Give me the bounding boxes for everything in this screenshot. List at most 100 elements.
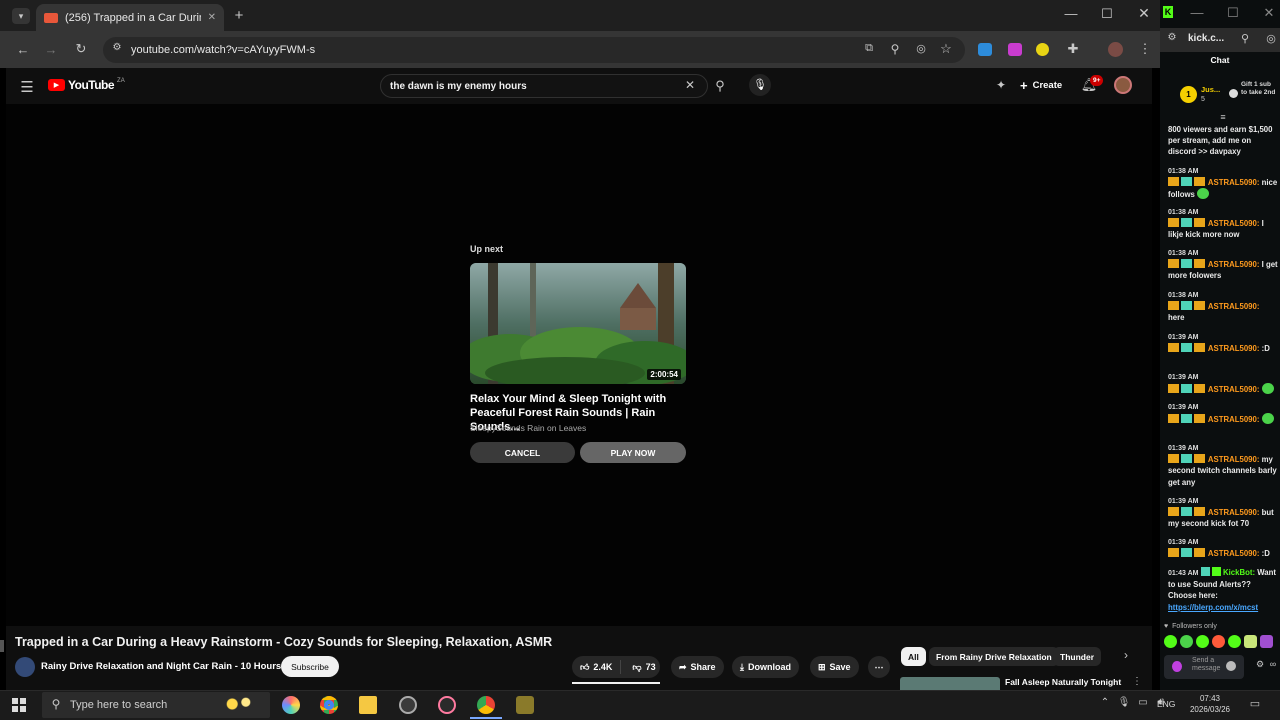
obs-icon[interactable] (399, 696, 417, 714)
kick-eye-off-icon[interactable]: ◎ (1262, 32, 1280, 45)
cancel-button[interactable]: CANCEL (470, 442, 575, 463)
new-tab-icon[interactable]: + (230, 7, 248, 24)
channel-avatar[interactable] (15, 657, 35, 677)
chat-message: 01:38 AM ASTRAL5090: I get more folowers (1168, 248, 1278, 282)
reload-icon[interactable]: ↻ (72, 41, 90, 57)
pinned-gifter-name[interactable]: Jus... (1201, 85, 1220, 94)
eye-off-icon[interactable]: ◎ (912, 42, 930, 55)
collapse-pinned-icon[interactable]: ≡ (1214, 112, 1232, 122)
ai-sparkle-icon[interactable]: ✦ (992, 78, 1010, 92)
kick-minimize-icon[interactable]: — (1188, 5, 1206, 20)
kick-url[interactable]: kick.c... (1188, 33, 1224, 44)
chrome-menu-icon[interactable]: ⋮ (1136, 41, 1154, 57)
minecraft-icon[interactable] (516, 696, 534, 714)
chrome-icon[interactable] (320, 696, 338, 714)
chat-username[interactable]: ASTRAL5090: (1208, 455, 1260, 464)
download-button[interactable]: ⤓ Download (732, 656, 799, 678)
chat-link[interactable]: https://blerp.com/x/mcst (1168, 603, 1258, 612)
extension-yellow-icon[interactable] (1036, 43, 1049, 56)
youtube-logo[interactable]: ▶ YouTube ZA (48, 78, 125, 92)
chat-username[interactable]: ASTRAL5090: (1208, 178, 1260, 187)
forward-icon[interactable]: → (42, 42, 60, 57)
chat-users-icon[interactable]: ∞ (1264, 659, 1280, 669)
create-button[interactable]: + Create (1020, 78, 1062, 93)
kick-zoom-icon[interactable]: ⚲ (1236, 32, 1254, 45)
dislike-button[interactable]: 👎︎ 73 (625, 662, 662, 673)
more-actions-button[interactable]: ⋯ (868, 656, 890, 678)
like-button[interactable]: 👍︎ 2.4K (572, 660, 622, 674)
tab-search-icon[interactable]: ▾ (12, 8, 30, 24)
snipping-tool-icon[interactable] (438, 696, 456, 714)
up-next-channel[interactable]: SleepySounds Rain on Leaves (470, 423, 586, 433)
chat-username[interactable]: ASTRAL5090: (1208, 344, 1260, 353)
microphone-tray-icon[interactable]: 🎙 (1115, 697, 1133, 708)
copilot-icon[interactable] (282, 696, 300, 714)
emote-icon[interactable] (1180, 635, 1193, 648)
sidebar-peek-title[interactable]: Fall Asleep Naturally Tonight (1005, 677, 1121, 687)
up-next-thumbnail[interactable]: 2:00:54 (470, 263, 686, 384)
chips-next-icon[interactable]: › (1117, 648, 1135, 662)
address-bar[interactable]: youtube.com/watch?v=cAYuyyFWM-s (103, 37, 965, 63)
chrome-active-icon[interactable] (477, 696, 495, 714)
extensions-puzzle-icon[interactable]: ✚ (1064, 41, 1082, 57)
minimize-icon[interactable]: — (1062, 6, 1080, 21)
gift-icon[interactable] (1229, 89, 1238, 98)
emote-icon[interactable] (1212, 635, 1225, 648)
emote-icon[interactable] (1196, 635, 1209, 648)
chat-username[interactable]: ASTRAL5090: (1208, 260, 1260, 269)
sidebar-peek-thumbnail[interactable] (900, 677, 1000, 690)
zoom-icon[interactable]: ⚲ (886, 42, 904, 56)
sidebar-peek-menu-icon[interactable]: ⋮ (1128, 676, 1146, 687)
chat-username[interactable]: ASTRAL5090: (1208, 385, 1260, 394)
chip-thunder[interactable]: Thunder (1053, 647, 1101, 666)
voice-search-icon[interactable]: 🎙 (749, 74, 771, 96)
emote-icon[interactable] (1228, 635, 1241, 648)
language-indicator[interactable]: ENG (1157, 699, 1175, 709)
notification-center-icon[interactable]: ▭ (1246, 697, 1264, 710)
chat-username[interactable]: KickBot: (1223, 568, 1255, 577)
kick-maximize-icon[interactable]: ☐ (1224, 5, 1242, 21)
chat-username[interactable]: ASTRAL5090: (1208, 508, 1260, 517)
chip-all[interactable]: All (901, 647, 926, 666)
subscribe-button[interactable]: Subscribe (281, 656, 339, 677)
kick-close-icon[interactable]: ✕ (1260, 5, 1278, 21)
maximize-icon[interactable]: ☐ (1098, 6, 1116, 22)
search-icon[interactable]: ⚲ (708, 74, 732, 98)
account-avatar[interactable] (1114, 76, 1132, 94)
channel-name[interactable]: Rainy Drive Relaxation and Night Car Rai… (41, 661, 281, 672)
chip-from-channel[interactable]: From Rainy Drive Relaxation (929, 647, 1059, 666)
chat-username[interactable]: ASTRAL5090: (1208, 219, 1260, 228)
extension-purple-icon[interactable] (1008, 43, 1022, 56)
clear-search-icon[interactable]: ✕ (681, 78, 699, 92)
bookmark-star-icon[interactable]: ☆ (937, 41, 955, 57)
close-window-icon[interactable]: ✕ (1135, 5, 1153, 22)
tab-close-icon[interactable]: ✕ (208, 12, 216, 23)
emoji-picker-icon[interactable] (1226, 661, 1236, 671)
tray-expand-icon[interactable]: ⌃ (1096, 697, 1114, 708)
network-icon[interactable]: ▭ (1134, 697, 1152, 708)
emote-icon[interactable] (1260, 635, 1273, 648)
chat-username[interactable]: ASTRAL5090: (1208, 415, 1260, 424)
site-info-icon[interactable]: ⚙ (108, 42, 126, 53)
download-icon: ⤓ (740, 661, 744, 672)
chat-username[interactable]: ASTRAL5090: (1208, 302, 1260, 311)
extension-translate-icon[interactable] (978, 43, 992, 56)
share-button[interactable]: ➦ Share (671, 656, 724, 678)
cast-icon[interactable]: ⧉ (860, 42, 878, 55)
emote-icon[interactable] (1244, 635, 1257, 648)
pinned-gifter-avatar[interactable]: 1 (1180, 86, 1197, 103)
kick-site-info-icon[interactable]: ⚙ (1163, 32, 1181, 43)
clock[interactable]: 07:43 2026/03/26 (1188, 693, 1232, 715)
search-input[interactable]: the dawn is my enemy hours (380, 74, 708, 98)
emote-icon[interactable] (1164, 635, 1177, 648)
file-explorer-icon[interactable] (359, 696, 377, 714)
windows-start-icon[interactable] (12, 698, 26, 712)
back-icon[interactable]: ← (14, 42, 32, 57)
hamburger-menu-icon[interactable]: ☰ (18, 78, 36, 96)
tab-youtube[interactable]: (256) Trapped in a Car During a Heavy Ra… (36, 4, 224, 31)
play-now-button[interactable]: PLAY NOW (580, 442, 686, 463)
profile-avatar-icon[interactable] (1108, 42, 1123, 57)
chat-username[interactable]: ASTRAL5090: (1208, 549, 1260, 558)
save-button[interactable]: ⊞ Save (810, 656, 859, 678)
gift-sub-text[interactable]: Gift 1 sub to take 2nd (1241, 81, 1277, 96)
